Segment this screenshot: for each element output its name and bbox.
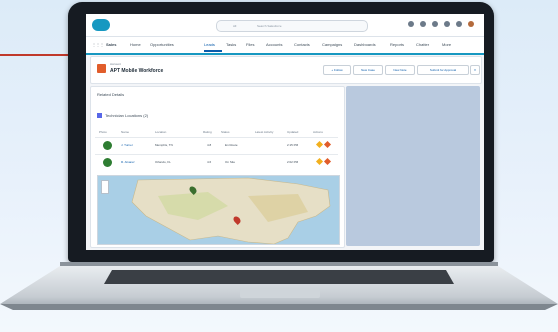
laptop-screen: All Search Salesforce ⋮⋮⋮ Sales Home Opp… [86, 14, 484, 250]
column-header-actions: Actions [313, 130, 323, 134]
app-launcher-icon[interactable]: ⋮⋮⋮ [92, 42, 104, 47]
column-header-status[interactable]: Status [221, 130, 230, 134]
notifications-bell-icon[interactable] [456, 21, 462, 27]
star-icon[interactable] [315, 157, 324, 166]
avatar[interactable] [468, 21, 474, 27]
related-list-title[interactable]: Technician Locations (2) [105, 113, 148, 118]
side-panel [346, 86, 480, 246]
table-row[interactable]: R. Alvarez Orlando, FL 4.6 On Site 2:02 … [95, 154, 338, 171]
follow-button[interactable]: + Follow [323, 65, 351, 75]
help-icon[interactable] [432, 21, 438, 27]
related-list-card: Related Details Technician Locations (2)… [90, 86, 345, 248]
setup-gear-icon[interactable] [444, 21, 450, 27]
column-header-rating[interactable]: Rating [203, 130, 212, 134]
nav-item-tasks[interactable]: Tasks [226, 42, 236, 47]
nav-item-files[interactable]: Files [246, 42, 254, 47]
technician-map[interactable] [97, 175, 340, 245]
technician-avatar [103, 158, 112, 167]
nav-item-dashboards[interactable]: Dashboards [354, 42, 376, 47]
technician-status: En Route [225, 143, 238, 147]
nav-item-contacts[interactable]: Contacts [294, 42, 310, 47]
nav-item-opportunities[interactable]: Opportunities [150, 42, 174, 47]
technician-rating: 4.6 [207, 160, 212, 164]
active-tab-indicator [204, 50, 222, 52]
technician-name[interactable]: J. Turner [121, 143, 133, 147]
column-header-location[interactable]: Location [155, 130, 166, 134]
laptop-keyboard [104, 270, 454, 284]
technician-updated: 2:15 PM [287, 143, 299, 147]
related-list-icon [97, 113, 102, 118]
nav-item-home[interactable]: Home [130, 42, 141, 47]
record-tabs[interactable]: Related Details [97, 92, 124, 97]
add-icon[interactable] [420, 21, 426, 27]
nav-item-chatter[interactable]: Chatter [416, 42, 429, 47]
technician-name[interactable]: R. Alvarez [121, 160, 135, 164]
table-row[interactable]: J. Turner Memphis, TN 4.8 En Route 2:15 … [95, 137, 338, 154]
nav-item-accounts[interactable]: Accounts [266, 42, 282, 47]
record-title: APT Mobile Workforce [110, 68, 164, 74]
account-icon [97, 64, 106, 73]
laptop-front-edge [0, 304, 558, 310]
technician-location: Orlando, FL [155, 160, 171, 164]
nav-item-campaigns[interactable]: Campaigns [322, 42, 342, 47]
nav-item-more[interactable]: More [442, 42, 451, 47]
submit-approval-button[interactable]: Submit for Approval [417, 65, 469, 75]
record-header: Account APT Mobile Workforce + Follow Ne… [90, 56, 482, 84]
flag-icon[interactable] [323, 140, 332, 149]
column-header-name[interactable]: Name [121, 130, 129, 134]
new-note-button[interactable]: New Note [385, 65, 415, 75]
favorites-icon[interactable] [408, 21, 414, 27]
zoom-control[interactable] [101, 180, 109, 194]
technician-rating: 4.8 [207, 143, 212, 147]
star-icon[interactable] [315, 140, 324, 149]
nav-item-leads[interactable]: Leads [204, 42, 215, 47]
chevron-down-icon[interactable]: ▾ [470, 65, 480, 75]
flag-icon[interactable] [323, 157, 332, 166]
record-type: Account [110, 62, 121, 66]
us-map-graphic [131, 177, 331, 244]
global-search-input[interactable]: All Search Salesforce [216, 20, 368, 32]
app-navigation-bar: ⋮⋮⋮ Sales Home Opportunities Leads Tasks… [86, 37, 484, 55]
global-header: All Search Salesforce [86, 14, 484, 37]
column-header-updated[interactable]: Updated [287, 130, 298, 134]
column-header-photo: Photo [99, 130, 107, 134]
technician-updated: 2:02 PM [287, 160, 299, 164]
nav-item-reports[interactable]: Reports [390, 42, 404, 47]
column-header-latest-activity[interactable]: Latest Activity [255, 130, 273, 134]
technician-location: Memphis, TN [155, 143, 173, 147]
salesforce-logo-icon[interactable] [92, 19, 110, 31]
laptop-trackpad [240, 289, 320, 298]
technician-status: On Site [225, 160, 236, 164]
technician-avatar [103, 141, 112, 150]
new-case-button[interactable]: New Case [353, 65, 383, 75]
app-name: Sales [106, 42, 117, 47]
search-placeholder: Search Salesforce [257, 24, 282, 28]
search-scope[interactable]: All [233, 24, 236, 28]
